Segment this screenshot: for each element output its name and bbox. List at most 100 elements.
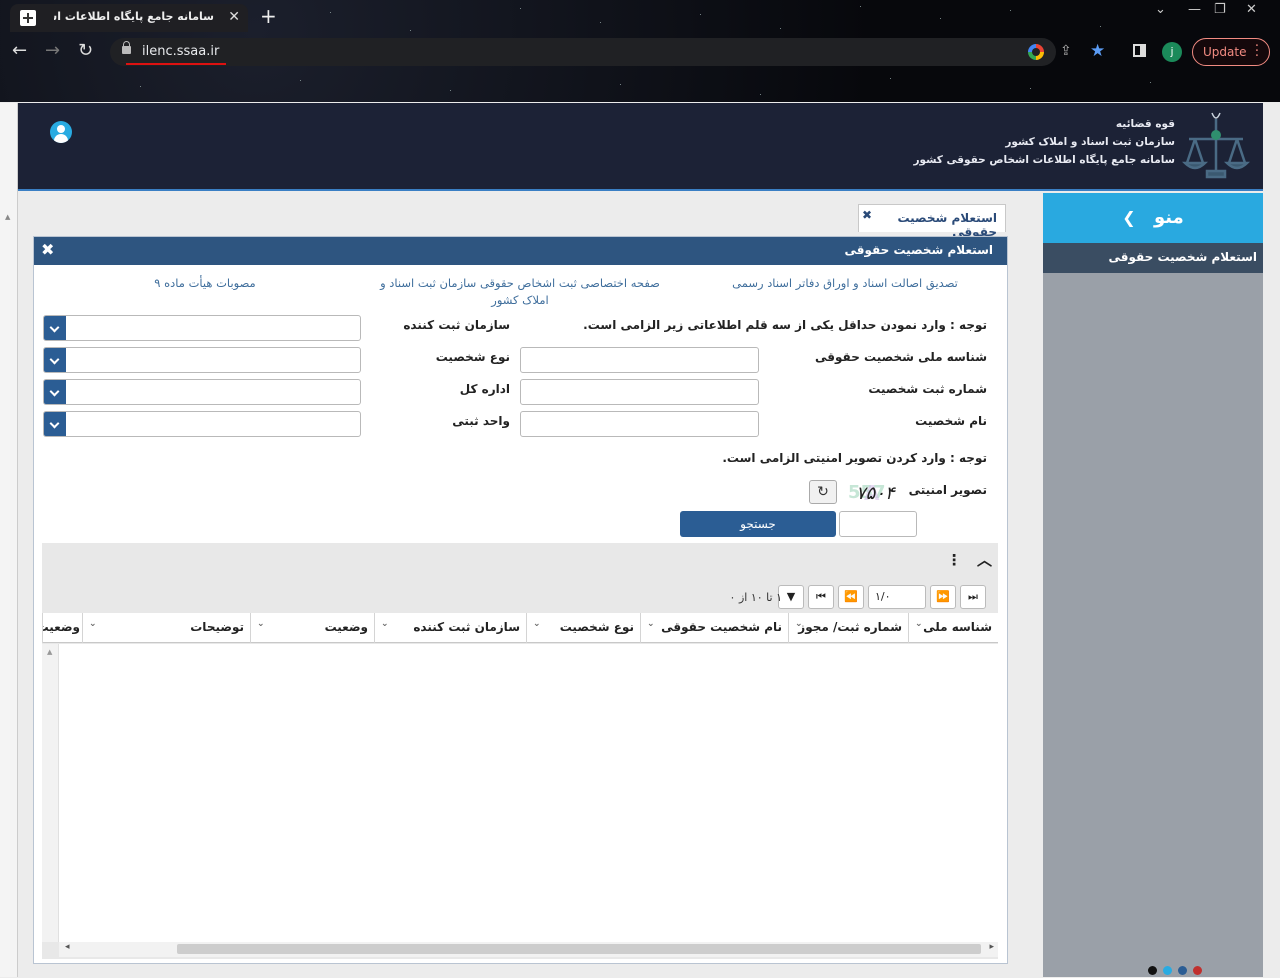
menu-header[interactable]: منو ❯ — [1043, 193, 1263, 243]
new-tab-icon[interactable]: + — [260, 4, 277, 28]
grid-vertical-scrollbar[interactable]: ▲ — [42, 644, 59, 942]
justice-scale-emblem-icon — [1181, 112, 1251, 179]
theme-dot[interactable] — [1193, 966, 1202, 975]
work-tab-label: استعلام شخصیت حقوقی — [897, 211, 997, 239]
url-text[interactable]: ilenc.ssaa.ir — [142, 44, 219, 59]
column-reg-number[interactable]: شماره ثبت/ مجوز ⌄ — [788, 613, 908, 643]
prev-page-icon[interactable]: ⏪ — [838, 585, 864, 609]
forward-icon[interactable]: → — [45, 40, 60, 61]
label-reg-org: سازمان ثبت کننده — [403, 318, 510, 332]
scroll-up-icon[interactable]: ▲ — [47, 648, 52, 656]
google-icon[interactable] — [1028, 44, 1044, 60]
theme-dot[interactable] — [1178, 966, 1187, 975]
link-article9-resolutions[interactable]: مصوبات هیأت ماده ۹ — [130, 275, 280, 292]
column-label: نوع شخصیت — [559, 620, 634, 634]
next-page-icon[interactable]: ⏩ — [930, 585, 956, 609]
url-highlight — [126, 63, 226, 65]
theme-dot[interactable] — [1163, 966, 1172, 975]
chevron-down-icon[interactable] — [44, 316, 66, 340]
back-icon[interactable]: ← — [12, 40, 27, 61]
column-reg-org[interactable]: سازمان ثبت کننده ⌄ — [374, 613, 526, 643]
scroll-left-icon[interactable]: ◂ — [65, 942, 70, 952]
column-status[interactable]: وضعیت ⌄ — [250, 613, 374, 643]
chevron-down-icon[interactable]: ⌄ — [533, 619, 541, 629]
link-verify-documents[interactable]: تصدیق اصالت اسناد و اوراق دفاتر اسناد رس… — [714, 275, 976, 292]
user-icon[interactable] — [50, 121, 72, 143]
theme-dot[interactable] — [1148, 966, 1157, 975]
column-entity-name[interactable]: نام شخصیت حقوقی ⌄ — [640, 613, 788, 643]
collapse-icon[interactable]: ︿ — [977, 551, 992, 569]
column-label: شناسه ملی — [923, 620, 992, 634]
update-label: Update — [1203, 45, 1247, 59]
chevron-down-icon[interactable]: ⌄ — [795, 619, 803, 629]
captcha-text: ۷۵۰۴ — [856, 483, 896, 504]
reg-number-input[interactable] — [520, 379, 759, 405]
results-grid: ︿ ⋮ ⏭ ⏩ ۱/۰ ⏪ ⏮ ▼ ۱ تا ۱۰ از ۰ شناسه ملی… — [42, 543, 998, 959]
captcha-input[interactable] — [839, 511, 917, 537]
label-reg-number: شماره ثبت شخصیت — [868, 382, 987, 396]
chevron-right-icon[interactable]: ❯ — [1122, 208, 1135, 227]
tab-search-icon[interactable]: ⌄ — [1155, 2, 1166, 17]
more-options-icon[interactable]: ⋮ — [947, 551, 962, 569]
label-national-id: شناسه ملی شخصیت حقوقی — [815, 350, 987, 364]
reload-icon[interactable]: ↻ — [78, 40, 93, 61]
search-button[interactable]: جستجو — [680, 511, 836, 537]
bookmark-star-icon[interactable]: ★ — [1090, 41, 1105, 61]
chevron-down-icon[interactable]: ⌄ — [647, 619, 655, 629]
column-label: وضعیت — [324, 620, 368, 634]
close-icon[interactable]: ✖ — [862, 208, 872, 222]
column-status-extra[interactable]: وضعیت — [42, 613, 82, 643]
chevron-down-icon[interactable]: ⌄ — [257, 619, 265, 629]
update-button[interactable]: Update · · · — [1192, 38, 1270, 66]
close-icon[interactable]: ✖ — [41, 240, 54, 259]
close-window-icon[interactable]: ✕ — [1246, 2, 1257, 17]
chevron-down-icon[interactable] — [44, 412, 66, 436]
header-titles: قوه قضائیه سازمان ثبت اسناد و املاک کشور… — [913, 115, 1175, 169]
minimize-icon[interactable]: — — [1188, 2, 1201, 17]
address-bar[interactable]: ilenc.ssaa.ir ⇪ ★ — [110, 38, 1105, 66]
column-national-id[interactable]: شناسه ملی ⌄ — [908, 613, 998, 643]
menu-item-legal-inquiry[interactable]: استعلام شخصیت حقوقی — [1043, 243, 1263, 273]
page-number-input[interactable]: ۱/۰ — [868, 585, 926, 609]
reg-unit-select[interactable] — [43, 411, 361, 437]
chevron-down-icon[interactable] — [44, 380, 66, 404]
tab-close-icon[interactable]: ✕ — [228, 9, 240, 25]
link-legal-entities-page[interactable]: صفحه اختصاصی ثبت اشخاص حقوقی سازمان ثبت … — [370, 275, 670, 309]
grid-horizontal-scrollbar[interactable]: ◂ ▸ — [59, 942, 998, 957]
chevron-down-icon[interactable]: ⌄ — [915, 619, 923, 629]
general-office-select[interactable] — [43, 379, 361, 405]
column-description[interactable]: توضیحات ⌄ — [82, 613, 250, 643]
chevron-down-icon[interactable]: ⌄ — [89, 619, 97, 629]
first-page-icon[interactable]: ⏮ — [808, 585, 834, 609]
reg-org-select[interactable] — [43, 315, 361, 341]
captcha-image: 557 A ۷۵۰۴ — [848, 481, 896, 505]
work-tab[interactable]: استعلام شخصیت حقوقی ✖ — [858, 204, 1006, 239]
national-id-input[interactable] — [520, 347, 759, 373]
column-label: وضعیت — [43, 620, 80, 634]
share-icon[interactable]: ⇪ — [1060, 43, 1072, 59]
scroll-up-icon[interactable]: ▲ — [5, 213, 10, 221]
entity-name-input[interactable] — [520, 411, 759, 437]
page-right-gutter — [1263, 103, 1280, 977]
browser-tab[interactable]: سامانه جامع پایگاه اطلاعات اشخاص حقوقی ✕ — [10, 4, 248, 32]
menu-dots-icon: · · · — [1254, 39, 1259, 64]
header-line-organization: سازمان ثبت اسناد و املاک کشور — [1005, 136, 1175, 148]
restore-icon[interactable]: ❐ — [1214, 2, 1226, 17]
refresh-captcha-icon[interactable]: ↻ — [809, 480, 837, 504]
site-header: قوه قضائیه سازمان ثبت اسناد و املاک کشور… — [18, 103, 1263, 191]
inquiry-panel: استعلام شخصیت حقوقی ✖ تصدیق اصالت اسناد … — [33, 236, 1008, 964]
panel-header: استعلام شخصیت حقوقی ✖ — [34, 237, 1007, 265]
profile-avatar[interactable]: j — [1162, 42, 1182, 62]
chevron-down-icon[interactable]: ⌄ — [381, 619, 389, 629]
lock-icon[interactable] — [122, 41, 131, 54]
column-entity-type[interactable]: نوع شخصیت ⌄ — [526, 613, 640, 643]
side-panel-icon[interactable] — [1133, 44, 1146, 57]
scrollbar-thumb[interactable] — [177, 944, 981, 954]
chevron-down-icon[interactable] — [44, 348, 66, 372]
scroll-right-icon[interactable]: ▸ — [989, 942, 994, 952]
header-line-judiciary: قوه قضائیه — [1115, 118, 1175, 130]
last-page-icon[interactable]: ⏭ — [960, 585, 986, 609]
entity-type-select[interactable] — [43, 347, 361, 373]
page-scrollbar[interactable]: ▲ — [0, 103, 18, 977]
theme-dots[interactable] — [1148, 964, 1208, 978]
